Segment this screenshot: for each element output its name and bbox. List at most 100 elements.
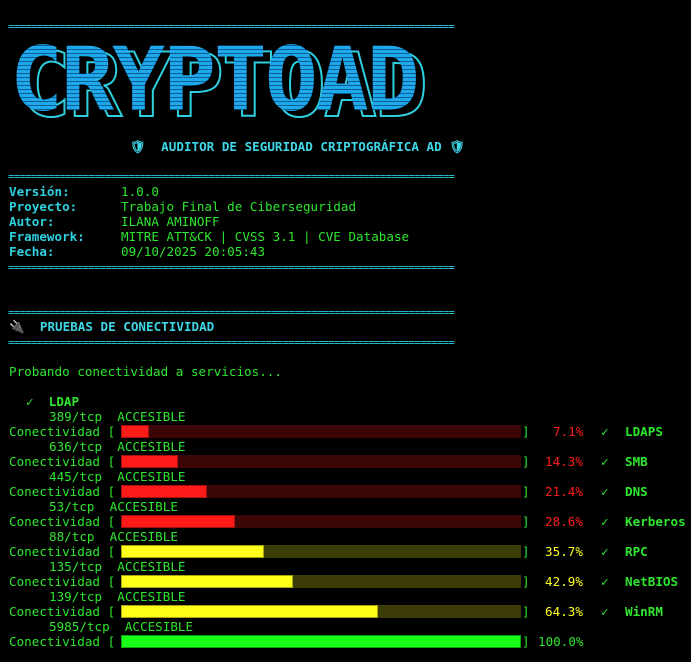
connectivity-label: Conectividad [ [9,634,116,649]
service-name: DNS [625,484,648,499]
status: ACCESIBLE [117,469,186,484]
separator-info-top: ========================================… [8,171,455,183]
info-label: Versión: [9,184,70,199]
shield-icon: 🛡 [130,139,146,154]
percent-text: 42.9% [545,574,583,589]
separator-info-bottom: ========================================… [8,262,455,274]
info-label: Fecha: [9,244,55,259]
connectivity-label: Conectividad [ [9,604,116,619]
service-name: RPC [625,544,648,559]
plug-icon: 🔌 [9,319,25,334]
cryptoad-logo: CRYPTOAD CRYPTOAD [6,28,546,138]
check-icon: ✓ [601,544,609,559]
check-icon: ✓ [601,574,609,589]
percent-text: 7.1% [553,424,584,439]
connectivity-label: Conectividad [ [9,424,116,439]
bracket-close: ] [522,604,530,619]
progress-empty [378,605,521,618]
status: ACCESIBLE [117,409,186,424]
port-status: 445/tcp ACCESIBLE [49,469,186,484]
bracket-close: ] [522,454,530,469]
check-icon: ✓ [601,484,609,499]
bracket-close: ] [522,484,530,499]
status: ACCESIBLE [117,589,186,604]
section-header: 🔌 PRUEBAS DE CONECTIVIDAD [9,319,214,334]
section-title: PRUEBAS DE CONECTIVIDAD [39,319,215,334]
progress-fill [121,605,378,618]
service-name: LDAPS [625,424,663,439]
status: ACCESIBLE [109,529,178,544]
percent-text: 64.3% [545,604,583,619]
progress-empty [293,575,521,588]
bracket-close: ] [522,634,530,649]
check-icon: ✓ [26,394,34,409]
port-status: 53/tcp ACCESIBLE [49,499,178,514]
bracket-close: ] [522,544,530,559]
service-name: NetBIOS [625,574,679,589]
info-value: ILANA AMINOFF [121,214,220,229]
info-value: Trabajo Final de Ciberseguridad [121,199,357,214]
logo-art: CRYPTOAD CRYPTOAD [10,28,429,138]
progress-fill [121,515,235,528]
progress-fill [121,455,178,468]
subtitle: 🛡 AUDITOR DE SEGURIDAD CRIPTOGRÁFICA AD … [130,139,465,154]
port-status: 135/tcp ACCESIBLE [49,559,186,574]
check-icon: ✓ [601,424,609,439]
port: 5985/tcp [49,619,110,634]
info-value: MITRE ATT&CK | CVSS 3.1 | CVE Database [121,229,410,244]
progress-bar [121,635,521,648]
progress-empty [235,515,521,528]
progress-fill [121,545,264,558]
port-status: 5985/tcp ACCESIBLE [49,619,193,634]
info-value: 09/10/2025 20:05:43 [121,244,266,259]
progress-empty [149,425,521,438]
shield-icon: 🛡 [449,139,466,154]
progress-empty [264,545,521,558]
connectivity-label: Conectividad [ [9,574,116,589]
subtitle-text: AUDITOR DE SEGURIDAD CRIPTOGRÁFICA AD [161,139,442,154]
info-label: Autor: [9,214,55,229]
port: 53/tcp [49,499,95,514]
port: 636/tcp [49,439,103,454]
bracket-close: ] [522,574,530,589]
percent-text: 21.4% [545,484,583,499]
progress-fill [121,425,149,438]
progress-bar [121,455,521,468]
progress-bar [121,515,521,528]
status: ACCESIBLE [117,439,186,454]
connectivity-label: Conectividad [ [9,454,116,469]
connectivity-label: Conectividad [ [9,484,116,499]
port-status: 139/tcp ACCESIBLE [49,589,186,604]
progress-bar [121,575,521,588]
bracket-close: ] [522,514,530,529]
progress-bar [121,485,521,498]
check-icon: ✓ [601,604,609,619]
service-name: SMB [625,454,648,469]
service-name: WinRM [625,604,663,619]
port: 139/tcp [49,589,103,604]
check-icon: ✓ [601,514,609,529]
info-label: Framework: [9,229,85,244]
progress-bar [121,545,521,558]
logo-text: CRYPTOAD [10,30,418,122]
progress-fill [121,635,521,648]
service-name: LDAP [48,394,80,409]
first-service: ✓ LDAP [26,394,79,409]
port-status: 389/tcp ACCESIBLE [49,409,186,424]
progress-fill [121,485,207,498]
connectivity-label: Conectividad [ [9,514,116,529]
port-status: 636/tcp ACCESIBLE [49,439,186,454]
check-icon: ✓ [601,454,609,469]
progress-fill [121,575,293,588]
service-name: Kerberos [625,514,686,529]
port: 445/tcp [49,469,103,484]
progress-empty [178,455,521,468]
percent-text: 28.6% [545,514,583,529]
status: ACCESIBLE [109,499,178,514]
port: 135/tcp [49,559,103,574]
percent-text: 100.0% [538,634,584,649]
port-status: 88/tcp ACCESIBLE [49,529,178,544]
port: 88/tcp [49,529,95,544]
progress-empty [207,485,521,498]
probing-text: Probando conectividad a servicios... [9,364,282,379]
